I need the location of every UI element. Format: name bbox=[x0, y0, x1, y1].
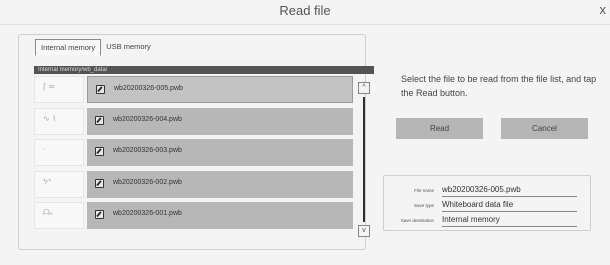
save-destination-value: Internal memory bbox=[442, 214, 577, 227]
scroll-track[interactable] bbox=[363, 97, 365, 222]
tab-usb-memory[interactable]: USB memory bbox=[101, 39, 156, 54]
file-name-row: File name wb20200326-005.pwb bbox=[384, 184, 590, 197]
whiteboard-file-icon bbox=[95, 147, 104, 156]
file-name: wb20200326-004.pwb bbox=[113, 115, 182, 123]
file-info-box: File name wb20200326-005.pwb Save type W… bbox=[383, 175, 591, 231]
whiteboard-file-icon bbox=[95, 210, 104, 219]
file-row[interactable]: · wb20200326-003.pwb bbox=[34, 139, 353, 166]
file-name-value: wb20200326-005.pwb bbox=[442, 184, 577, 197]
instruction-text: Select the file to be read from the file… bbox=[401, 74, 597, 98]
thumbnail-preview: · bbox=[43, 145, 46, 154]
current-path: Internal memory/wb_data/ bbox=[34, 66, 374, 74]
window-title: Read file bbox=[279, 3, 331, 18]
file-list: ʃ ≈ wb20200326-005.pwb ∿ ⌇ wb20200326-00… bbox=[34, 76, 353, 234]
save-type-value: Whiteboard data file bbox=[442, 199, 577, 212]
close-icon[interactable]: x bbox=[600, 2, 607, 17]
file-entry[interactable]: wb20200326-004.pwb bbox=[87, 107, 353, 135]
file-entry[interactable]: wb20200326-001.pwb bbox=[87, 202, 353, 229]
file-thumbnail: ∿ ⌇ bbox=[34, 107, 84, 135]
file-row[interactable]: ᗩₙ wb20200326-001.pwb bbox=[34, 202, 353, 229]
save-destination-label: Save destination bbox=[400, 218, 434, 223]
thumbnail-preview: ᗩₙ bbox=[43, 208, 53, 217]
whiteboard-file-icon bbox=[95, 115, 104, 125]
file-name: wb20200326-005.pwb bbox=[114, 85, 183, 92]
file-row[interactable]: ∿ ⌇ wb20200326-004.pwb bbox=[34, 107, 353, 135]
file-browser-panel: Internal memory USB memory Internal memor… bbox=[18, 34, 374, 250]
file-thumbnail: ᔭᕐ bbox=[34, 170, 84, 198]
file-row[interactable]: ʃ ≈ wb20200326-005.pwb bbox=[34, 76, 353, 103]
file-thumbnail: ᗩₙ bbox=[34, 202, 84, 229]
file-entry[interactable]: wb20200326-005.pwb bbox=[87, 76, 353, 103]
memory-tabs: Internal memory USB memory bbox=[35, 39, 156, 56]
save-type-label: Save type bbox=[413, 203, 434, 208]
save-type-row: Save type Whiteboard data file bbox=[384, 199, 590, 212]
cancel-button[interactable]: Cancel bbox=[501, 118, 588, 139]
file-list-scrollbar[interactable]: ^ v bbox=[357, 82, 371, 237]
save-destination-row: Save destination Internal memory bbox=[384, 214, 590, 227]
file-entry[interactable]: wb20200326-003.pwb bbox=[87, 139, 353, 166]
title-bar: Read file x bbox=[0, 0, 610, 25]
whiteboard-file-icon bbox=[96, 85, 105, 94]
read-button[interactable]: Read bbox=[396, 118, 483, 139]
file-name-label: File name bbox=[414, 188, 434, 193]
scroll-up-icon[interactable]: ^ bbox=[358, 82, 370, 94]
thumbnail-preview: ∿ ⌇ bbox=[43, 113, 57, 123]
file-entry[interactable]: wb20200326-002.pwb bbox=[87, 170, 353, 198]
file-name: wb20200326-003.pwb bbox=[113, 147, 182, 154]
scroll-down-icon[interactable]: v bbox=[358, 225, 370, 237]
file-row[interactable]: ᔭᕐ wb20200326-002.pwb bbox=[34, 170, 353, 198]
tab-internal-memory[interactable]: Internal memory bbox=[35, 39, 102, 56]
thumbnail-preview: ᔭᕐ bbox=[43, 176, 52, 186]
whiteboard-file-icon bbox=[95, 178, 104, 188]
file-name: wb20200326-002.pwb bbox=[113, 178, 182, 186]
thumbnail-preview: ʃ ≈ bbox=[43, 82, 55, 91]
file-thumbnail: ʃ ≈ bbox=[34, 76, 84, 103]
file-name: wb20200326-001.pwb bbox=[113, 210, 182, 217]
file-thumbnail: · bbox=[34, 139, 84, 166]
